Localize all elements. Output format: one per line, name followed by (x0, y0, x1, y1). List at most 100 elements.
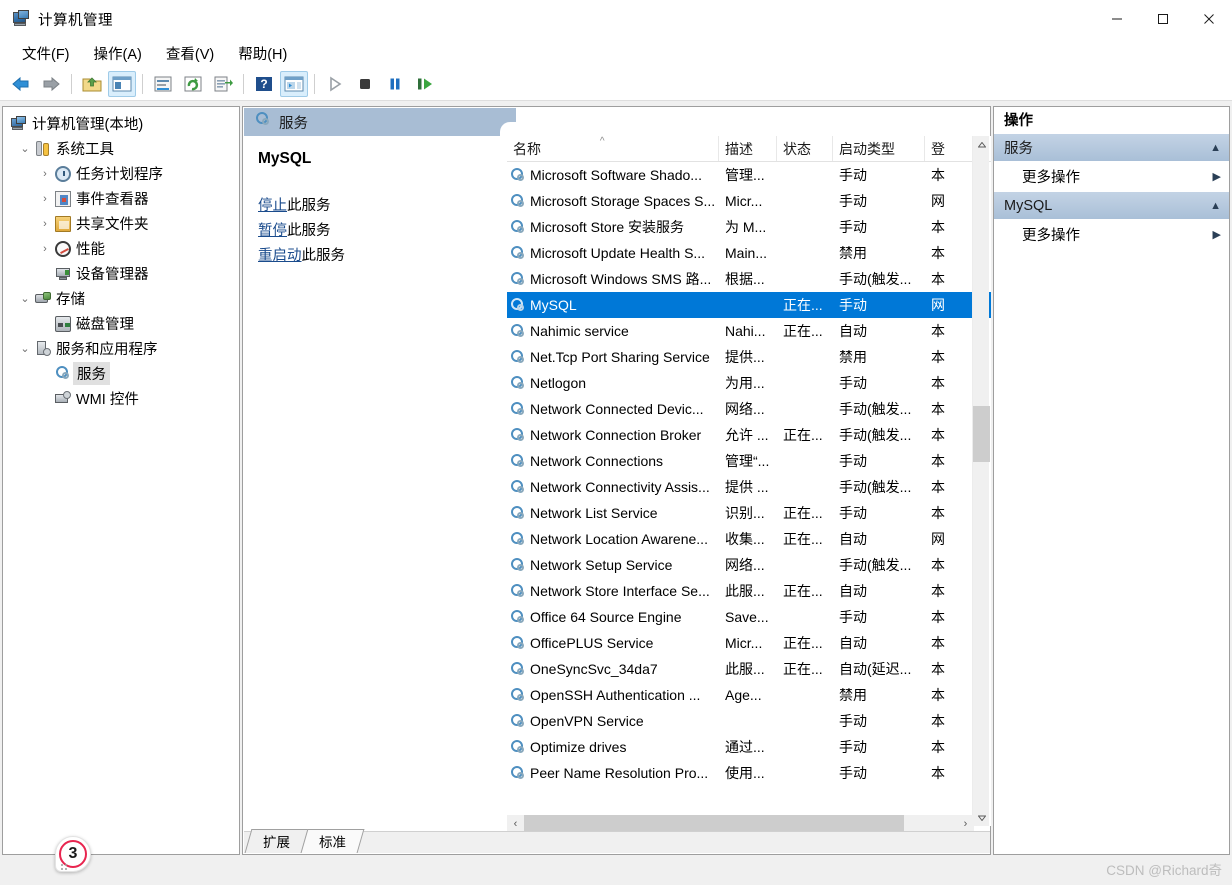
chevron-up-icon[interactable]: ▲ (1210, 142, 1221, 154)
properties-icon[interactable] (149, 71, 177, 97)
minimize-button[interactable] (1094, 0, 1140, 38)
cell-logon-as: 本 (925, 240, 969, 266)
table-row[interactable]: Network Connection Broker允许 ...正在...手动(触… (507, 422, 991, 448)
table-row[interactable]: Network Location Awarene...收集...正在...自动网 (507, 526, 991, 552)
tree-item-services[interactable]: 服务 (3, 361, 239, 386)
scroll-right-icon[interactable]: › (957, 815, 974, 832)
tree-item-system-tools[interactable]: ⌄ 系统工具 (3, 136, 239, 161)
tree-item-task-scheduler[interactable]: › 任务计划程序 (3, 161, 239, 186)
cell-description: 管理“... (719, 448, 777, 474)
chevron-right-icon[interactable]: ▶ (1213, 228, 1221, 241)
tree-item-label: WMI 控件 (73, 388, 139, 409)
export-list-icon[interactable] (209, 71, 237, 97)
column-header-status[interactable]: 状态 (777, 136, 833, 161)
actions-group-services[interactable]: 服务 ▲ (994, 133, 1229, 161)
tree-item-storage[interactable]: ⌄ 存储 (3, 286, 239, 311)
cell-status (777, 604, 833, 630)
menu-view[interactable]: 查看(V) (156, 40, 224, 67)
more-actions-mysql[interactable]: 更多操作 ▶ (994, 219, 1229, 249)
chevron-down-icon[interactable]: ⌄ (17, 292, 33, 305)
tab-standard[interactable]: 标准 (301, 829, 365, 853)
cell-service-name: Optimize drives (507, 734, 719, 760)
pause-service-icon[interactable] (381, 71, 409, 97)
tree-item-device-manager[interactable]: 设备管理器 (3, 261, 239, 286)
table-row[interactable]: Microsoft Store 安装服务为 M...手动本 (507, 214, 991, 240)
cell-service-name: Network Location Awarene... (507, 526, 719, 552)
tree-item-services-and-applications[interactable]: ⌄ 服务和应用程序 (3, 336, 239, 361)
tree-item-event-viewer[interactable]: › 事件查看器 (3, 186, 239, 211)
scrollbar-thumb[interactable] (973, 406, 990, 462)
cell-startup-type: 自动 (833, 318, 925, 344)
show-hide-tree-icon[interactable] (108, 71, 136, 97)
table-row[interactable]: OfficePLUS ServiceMicr...正在...自动本 (507, 630, 991, 656)
chevron-right-icon[interactable]: › (37, 218, 53, 230)
menu-help[interactable]: 帮助(H) (228, 40, 297, 67)
start-service-icon[interactable] (321, 71, 349, 97)
table-row[interactable]: Optimize drives通过...手动本 (507, 734, 991, 760)
table-row[interactable]: Network List Service识别...正在...手动本 (507, 500, 991, 526)
tab-extended[interactable]: 扩展 (245, 829, 309, 853)
table-row[interactable]: Network Store Interface Se...此服...正在...自… (507, 578, 991, 604)
table-row[interactable]: Microsoft Update Health S...Main...禁用本 (507, 240, 991, 266)
table-row[interactable]: Netlogon为用...手动本 (507, 370, 991, 396)
forward-icon[interactable] (37, 71, 65, 97)
menu-action[interactable]: 操作(A) (84, 40, 152, 67)
table-row[interactable]: Network Setup Service网络...手动(触发...本 (507, 552, 991, 578)
table-row[interactable]: Network Connected Devic...网络...手动(触发...本 (507, 396, 991, 422)
table-row[interactable]: Peer Name Resolution Pro...使用...手动本 (507, 760, 991, 786)
chevron-right-icon[interactable]: › (37, 168, 53, 180)
cell-description: 使用... (719, 760, 777, 786)
table-row[interactable]: Microsoft Windows SMS 路...根据...手动(触发...本 (507, 266, 991, 292)
menu-bar: 文件(F) 操作(A) 查看(V) 帮助(H) (0, 38, 1232, 68)
maximize-button[interactable] (1140, 0, 1186, 38)
table-row[interactable]: Network Connections管理“...手动本 (507, 448, 991, 474)
chevron-down-icon[interactable]: ⌄ (17, 142, 33, 155)
table-row[interactable]: OpenSSH Authentication ...Age...禁用本 (507, 682, 991, 708)
table-row[interactable]: Microsoft Storage Spaces S...Micr...手动网 (507, 188, 991, 214)
table-vertical-scrollbar[interactable] (972, 136, 989, 826)
restart-service-icon[interactable] (411, 71, 439, 97)
tree-item-shared-folders[interactable]: › 共享文件夹 (3, 211, 239, 236)
back-icon[interactable] (7, 71, 35, 97)
chevron-right-icon[interactable]: › (37, 193, 53, 205)
table-row[interactable]: OpenVPN Service手动本 (507, 708, 991, 734)
more-actions-services[interactable]: 更多操作 ▶ (994, 161, 1229, 191)
pause-service-link[interactable]: 暂停 (258, 223, 287, 239)
column-header-name[interactable]: 名称 ^ (507, 136, 719, 161)
close-button[interactable] (1186, 0, 1232, 38)
chevron-down-icon[interactable]: ⌄ (17, 342, 33, 355)
scroll-left-icon[interactable]: ‹ (507, 815, 524, 832)
table-row[interactable]: Network Connectivity Assis...提供 ...手动(触发… (507, 474, 991, 500)
menu-file[interactable]: 文件(F) (12, 40, 80, 67)
scroll-down-icon[interactable] (973, 809, 990, 826)
tree-item-wmi-control[interactable]: WMI 控件 (3, 386, 239, 411)
restart-service-link[interactable]: 重启动 (258, 248, 302, 264)
show-action-pane-icon[interactable] (280, 71, 308, 97)
column-header-logon-as[interactable]: 登 (925, 136, 969, 161)
stop-service-icon[interactable] (351, 71, 379, 97)
tree-root-computer-management[interactable]: 计算机管理(本地) (3, 111, 239, 136)
table-row[interactable]: Nahimic serviceNahi...正在...自动本 (507, 318, 991, 344)
table-row[interactable]: Net.Tcp Port Sharing Service提供...禁用本 (507, 344, 991, 370)
chevron-up-icon[interactable]: ▲ (1210, 200, 1221, 212)
chevron-right-icon[interactable]: › (37, 243, 53, 255)
stop-service-link[interactable]: 停止 (258, 198, 287, 214)
cell-startup-type: 自动 (833, 630, 925, 656)
table-row[interactable]: Microsoft Software Shado...管理...手动本 (507, 162, 991, 188)
chevron-right-icon[interactable]: ▶ (1213, 170, 1221, 183)
column-header-description[interactable]: 描述 (719, 136, 777, 161)
hscrollbar-thumb[interactable] (524, 815, 904, 832)
tree-item-disk-management[interactable]: 磁盘管理 (3, 311, 239, 336)
tree-item-performance[interactable]: › 性能 (3, 236, 239, 261)
table-row[interactable]: OneSyncSvc_34da7此服...正在...自动(延迟...本 (507, 656, 991, 682)
table-row[interactable]: Office 64 Source EngineSave...手动本 (507, 604, 991, 630)
help-icon[interactable]: ? (250, 71, 278, 97)
table-horizontal-scrollbar[interactable]: ‹ › (507, 815, 974, 832)
table-row[interactable]: MySQL正在...手动网 (507, 292, 991, 318)
column-header-startup-type[interactable]: 启动类型 (833, 136, 925, 161)
scroll-up-icon[interactable] (973, 136, 990, 153)
up-folder-icon[interactable] (78, 71, 106, 97)
refresh-icon[interactable] (179, 71, 207, 97)
service-name-label: OpenSSH Authentication ... (530, 687, 700, 703)
actions-group-mysql[interactable]: MySQL ▲ (994, 191, 1229, 219)
